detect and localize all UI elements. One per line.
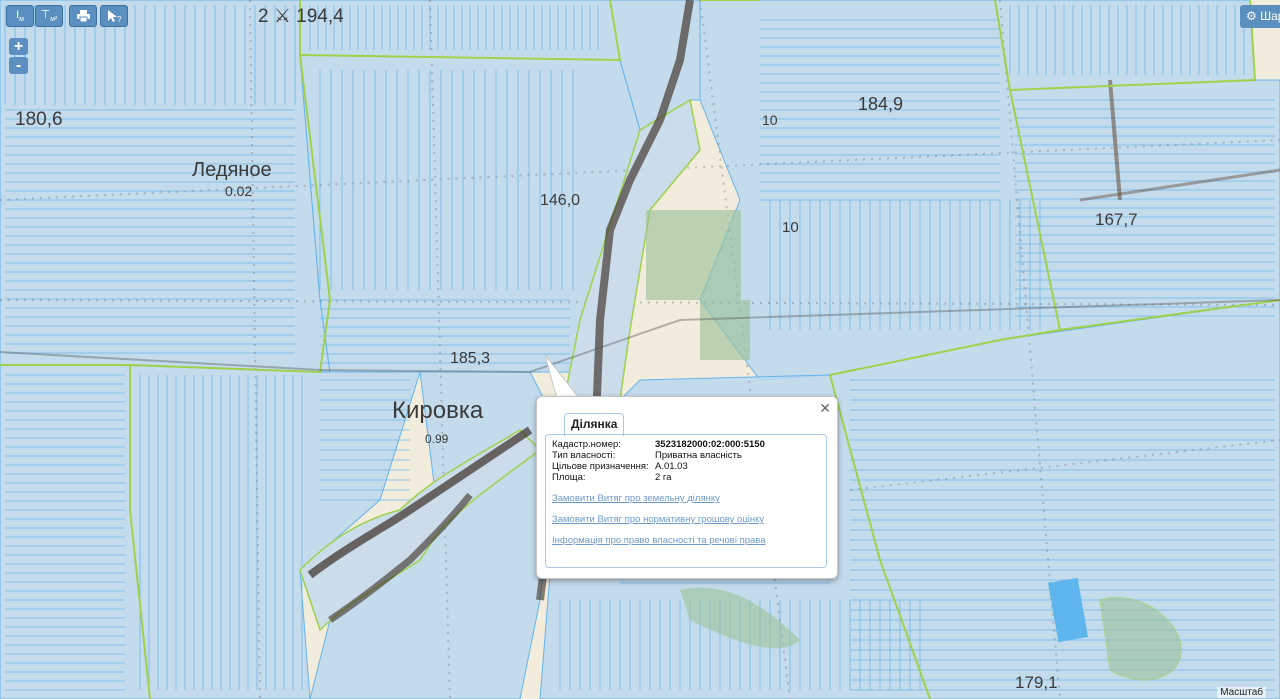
field-key: Кадастр.номер: <box>552 439 621 450</box>
map-label: Кировка <box>392 397 484 424</box>
field-value: Приватна власність <box>655 450 742 461</box>
map-label: 179,1 <box>1015 673 1058 692</box>
field-row: Цільове призначення: A.01.03 <box>552 461 820 472</box>
field-key: Тип власності: <box>552 450 616 461</box>
svg-text:?: ? <box>117 15 122 23</box>
zoom-control: + - <box>9 38 28 74</box>
popup-link[interactable]: Замовити Витяг про земельну ділянку <box>552 493 820 504</box>
field-row: Площа: 2 га <box>552 472 820 483</box>
layers-button[interactable]: ⚙ Шар <box>1240 5 1280 28</box>
area-ruler-icon: ⊤м² <box>40 9 58 24</box>
map-label: 146,0 <box>540 192 580 209</box>
print-button[interactable] <box>69 5 97 27</box>
field-value: 3523182000:02:000:5150 <box>655 439 765 450</box>
map-label: 167,7 <box>1095 210 1138 229</box>
map-label: Ледяное <box>192 159 272 181</box>
popup-pointer <box>545 355 583 399</box>
field-key: Площа: <box>552 472 586 483</box>
map-label: 0.02 <box>225 183 252 199</box>
map-label: 2 ⚔ 194,4 <box>258 6 344 27</box>
measure-length-button[interactable]: Iм <box>6 5 34 27</box>
popup-link[interactable]: Замовити Витяг про нормативну грошову оц… <box>552 514 820 525</box>
map-label: 10 <box>782 219 799 236</box>
field-value: A.01.03 <box>655 461 688 472</box>
popup-link[interactable]: Інформація про право власності та речові… <box>552 535 820 546</box>
close-icon[interactable]: ✕ <box>819 400 831 417</box>
map-label: 0.99 <box>425 432 449 446</box>
field-row: Кадастр.номер: 3523182000:02:000:5150 <box>552 439 820 450</box>
cadastral-map[interactable]: 2 ⚔ 194,4 180,6 Ледяное 0.02 184,9 10 146,0 167… <box>0 0 1280 699</box>
map-toolbar: Iм ⊤м² ? <box>6 5 128 27</box>
popup-tab-parcel[interactable]: Ділянка <box>564 413 625 436</box>
map-label: 10 <box>762 112 778 128</box>
field-value: 2 га <box>655 472 672 483</box>
measure-area-button[interactable]: ⊤м² <box>35 5 63 27</box>
ruler-icon: Iм <box>16 8 24 24</box>
map-label: 180,6 <box>15 109 63 130</box>
printer-icon <box>76 10 90 22</box>
parcel-fields: Кадастр.номер: 3523182000:02:000:5150 Тип … <box>552 439 820 483</box>
popup-links: Замовити Витяг про земельну ділянку Замов… <box>552 493 820 546</box>
field-row: Тип власності: Приватна власність <box>552 450 820 461</box>
popup-body: Кадастр.номер: 3523182000:02:000:5150 Тип … <box>545 434 827 568</box>
zoom-out-button[interactable]: - <box>9 57 28 74</box>
zoom-in-button[interactable]: + <box>9 38 28 55</box>
identify-icon: ? <box>108 10 122 23</box>
map-label: 184,9 <box>858 94 903 114</box>
scale-label: Масштаб <box>1217 687 1266 698</box>
field-key: Цільове призначення: <box>552 461 649 472</box>
map-label: 185,3 <box>450 350 490 367</box>
layers-button-label: Шар <box>1260 9 1280 23</box>
gear-icon: ⚙ <box>1246 9 1257 23</box>
parcel-popup: ✕ Ділянка Кадастр.номер: 3523182000:02:00… <box>536 396 838 579</box>
identify-button[interactable]: ? <box>100 5 128 27</box>
